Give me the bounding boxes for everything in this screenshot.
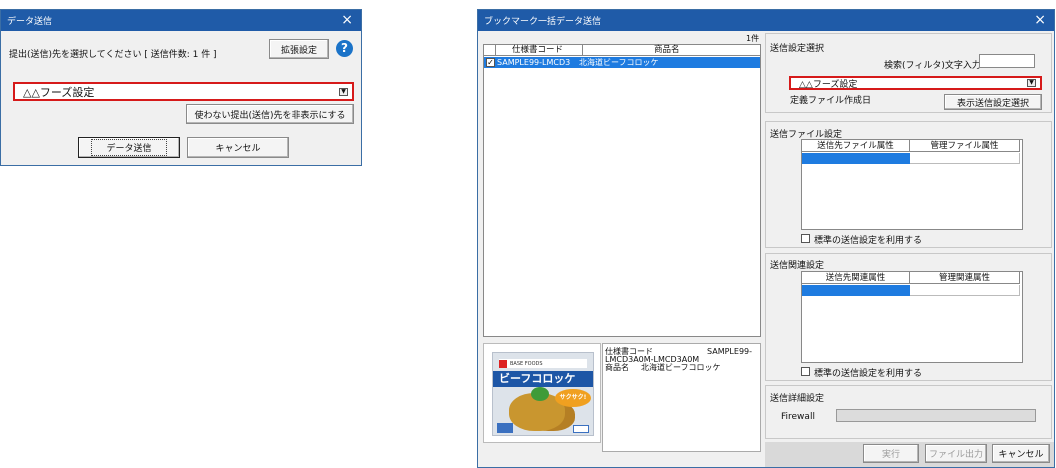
destination-prompt: 提出(送信)先を選択してください [ 送信件数: 1 件 ]: [9, 50, 217, 60]
column-header-mgmt-related-attr[interactable]: 管理関連属性: [910, 272, 1020, 284]
help-icon[interactable]: ?: [336, 40, 353, 57]
send-settings-dropdown[interactable]: △△フーズ設定 ▼: [789, 76, 1042, 90]
product-image: BASE FOODS ビーフコロッケ サクサク!: [483, 343, 601, 443]
definition-file-date-label: 定義ファイル作成日: [790, 96, 872, 106]
chevron-down-icon: ▼: [339, 87, 348, 96]
chevron-down-icon: ▼: [1027, 79, 1036, 87]
related-settings-group: 送信関連設定 送信先関連属性 管理関連属性 標準の送信設定を利用する: [765, 253, 1052, 381]
related-default-checkbox-label: 標準の送信設定を利用する: [814, 369, 923, 379]
list-header: 仕様書コード 商品名: [484, 45, 760, 56]
product-package: BASE FOODS ビーフコロッケ サクサク!: [492, 352, 594, 436]
close-icon[interactable]: ×: [1034, 12, 1046, 28]
settings-panel: 送信設定選択 検索(フィルタ)文字入力 △△フーズ設定 ▼ 定義ファイル作成日 …: [765, 33, 1052, 442]
row-product-name: 北海道ビーフコロッケ: [579, 58, 659, 67]
product-detail-panel: 仕様書コード SAMPLE99- LMCD3A0M-LMCD3A0M 商品名 北…: [602, 343, 761, 452]
row-code: SAMPLE99-LMCD3: [497, 58, 571, 67]
row-checkbox[interactable]: ✓: [486, 58, 495, 67]
column-header-product-name[interactable]: 商品名: [654, 45, 680, 56]
dialog-title: ブックマーク一括データ送信: [484, 17, 602, 27]
send-settings-title: 送信設定選択: [770, 44, 825, 54]
package-label-right: [573, 425, 589, 433]
file-default-checkbox-label: 標準の送信設定を利用する: [814, 236, 923, 246]
run-button[interactable]: 実行: [863, 444, 919, 463]
detail-settings-group: 送信詳細設定 Firewall: [765, 385, 1052, 439]
table-row[interactable]: ✓ SAMPLE99-LMCD3 北海道ビーフコロッケ: [484, 57, 760, 68]
file-attribute-table: 送信先ファイル属性 管理ファイル属性: [801, 139, 1023, 230]
column-header-dest-related-attr[interactable]: 送信先関連属性: [802, 272, 910, 284]
send-settings-dropdown-value: △△フーズ設定: [799, 79, 858, 90]
column-header-mgmt-file-attr[interactable]: 管理ファイル属性: [910, 140, 1020, 152]
dialog-title: データ送信: [7, 17, 53, 27]
sakusaku-badge: サクサク!: [555, 389, 591, 407]
firewall-label: Firewall: [781, 412, 815, 422]
detail-name-label: 商品名: [605, 363, 629, 372]
detail-code-value: SAMPLE99-: [707, 347, 753, 356]
column-header-code[interactable]: 仕様書コード: [512, 45, 563, 56]
show-send-settings-button[interactable]: 表示送信設定選択: [944, 94, 1042, 110]
send-settings-group: 送信設定選択 検索(フィルタ)文字入力 △△フーズ設定 ▼ 定義ファイル作成日 …: [765, 33, 1052, 113]
related-default-checkbox[interactable]: [801, 367, 810, 376]
product-name-banner: ビーフコロッケ: [493, 371, 593, 387]
destination-dropdown-value: △△フーズ設定: [23, 85, 95, 99]
table-row[interactable]: [802, 153, 910, 164]
dialog-title-bar: ブックマーク一括データ送信 ×: [478, 10, 1054, 31]
column-header-dest-file-attr[interactable]: 送信先ファイル属性: [802, 140, 910, 152]
bookmark-list: 仕様書コード 商品名 ✓ SAMPLE99-LMCD3 北海道ビーフコロッケ: [483, 44, 761, 337]
related-settings-title: 送信関連設定: [770, 261, 825, 271]
firewall-field[interactable]: [836, 409, 1036, 422]
detail-settings-title: 送信詳細設定: [770, 394, 825, 404]
close-icon[interactable]: ×: [341, 12, 353, 28]
file-default-checkbox[interactable]: [801, 234, 810, 243]
file-output-button[interactable]: ファイル出力: [925, 444, 987, 463]
bookmark-bulk-send-dialog: ブックマーク一括データ送信 × 1件 仕様書コード 商品名 ✓ SAMPLE99…: [477, 9, 1055, 468]
record-count: 1件: [746, 34, 760, 43]
extended-settings-button[interactable]: 拡張設定: [269, 39, 329, 59]
cancel-button[interactable]: キャンセル: [992, 444, 1050, 463]
filter-input[interactable]: [979, 54, 1035, 68]
destination-dropdown[interactable]: △△フーズ設定 ▼: [13, 82, 354, 101]
detail-name-value: 北海道ビーフコロッケ: [641, 363, 721, 372]
brand-logo: BASE FOODS: [499, 359, 587, 368]
cancel-button[interactable]: キャンセル: [187, 137, 289, 158]
table-row[interactable]: [802, 285, 910, 296]
filter-label: 検索(フィルタ)文字入力: [884, 61, 981, 71]
package-label-left: [497, 423, 513, 433]
send-data-dialog: データ送信 × 提出(送信)先を選択してください [ 送信件数: 1 件 ] 拡…: [0, 9, 362, 166]
hide-unused-destinations-button[interactable]: 使わない提出(送信)先を非表示にする: [186, 104, 354, 124]
file-settings-group: 送信ファイル設定 送信先ファイル属性 管理ファイル属性 標準の送信設定を利用する: [765, 121, 1052, 248]
send-data-button[interactable]: データ送信: [78, 137, 180, 158]
related-attribute-table: 送信先関連属性 管理関連属性: [801, 271, 1023, 363]
dialog-title-bar: データ送信 ×: [1, 10, 361, 31]
